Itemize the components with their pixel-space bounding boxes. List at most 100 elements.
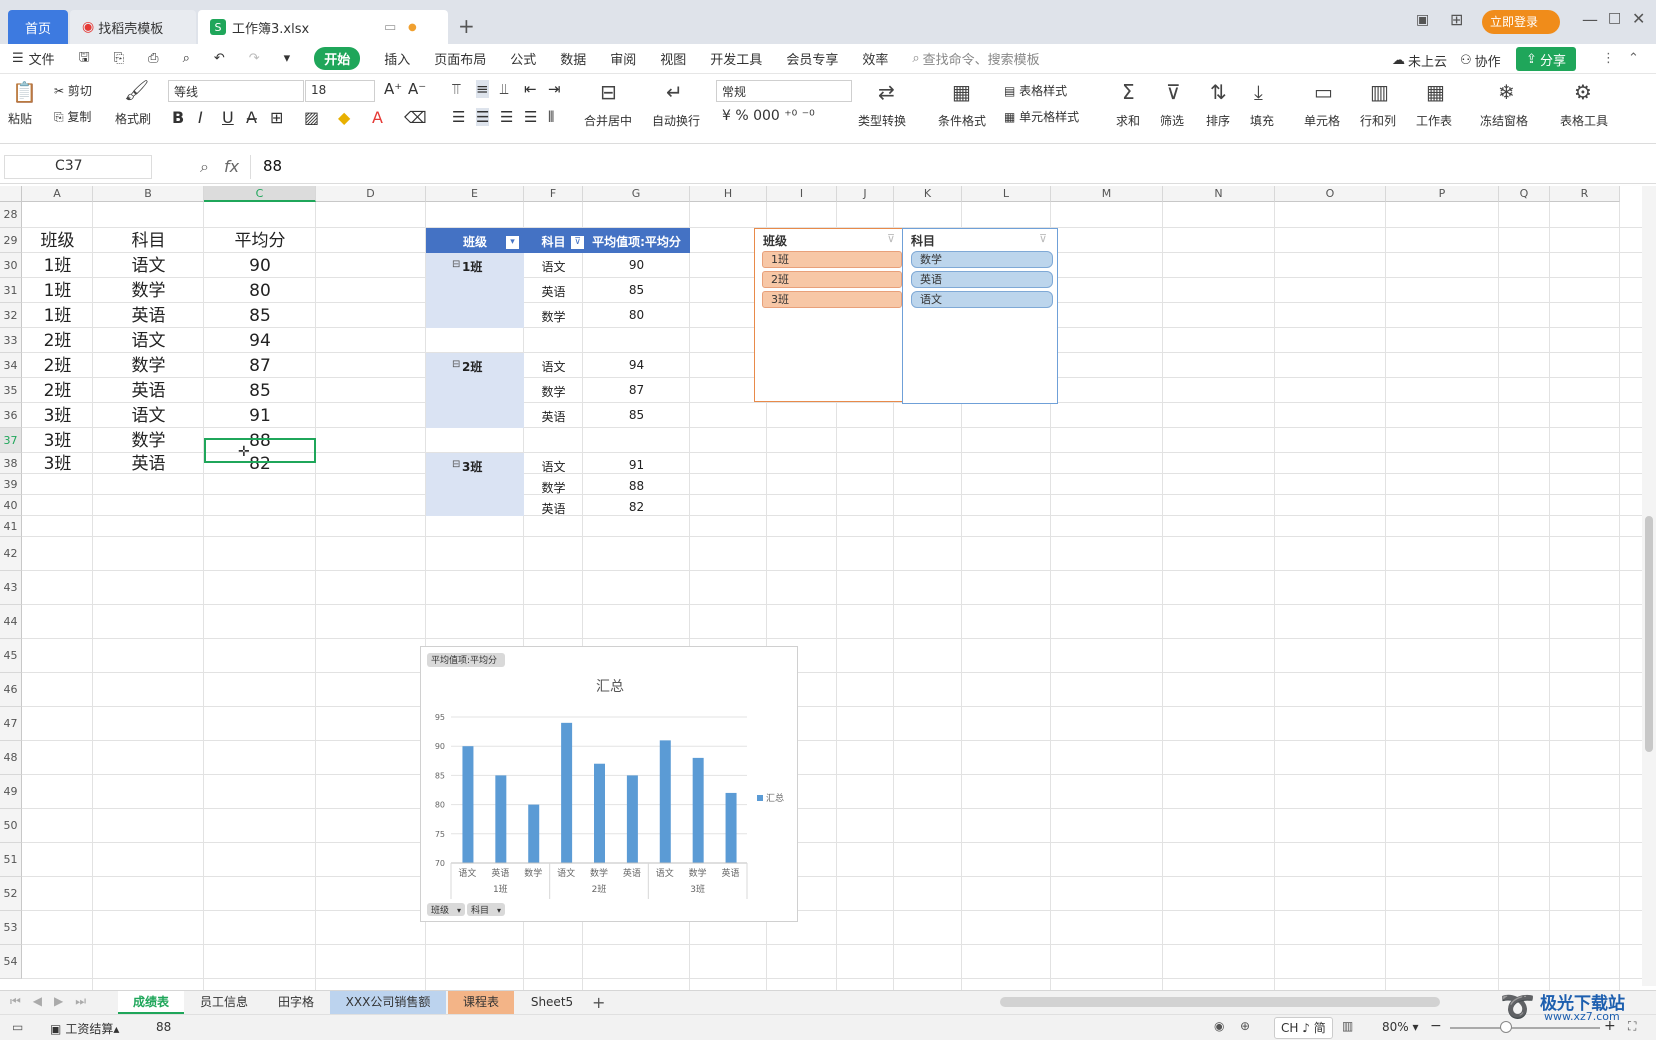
worksheet-button[interactable]: 工作表 (1416, 112, 1452, 129)
table-cell[interactable]: 1班 (22, 280, 93, 305)
sheet-nav-icon[interactable]: ⏮◀▶⏭ (10, 994, 98, 1009)
row-col-icon[interactable]: ▥ (1370, 80, 1389, 104)
spreadsheet-grid[interactable]: ABCDEFGHIJKLMNOPQR 28 29 30 31 32 33 34 35 36 37 3… (0, 186, 1656, 990)
currency-icon[interactable]: ¥ % 000 ⁺⁰ ⁻⁰ (722, 108, 815, 124)
indent-increase-icon[interactable]: ⇥ (548, 80, 561, 98)
table-cell[interactable]: 3班 (22, 455, 93, 476)
border-icon[interactable]: ⊞ (270, 108, 283, 127)
chart-axis-dropdown-icon[interactable]: ▾ (497, 906, 501, 915)
pivot-value[interactable]: 91 (583, 458, 690, 472)
table-cell[interactable]: 90 (204, 255, 316, 280)
pivot-subject[interactable]: 数学 (524, 308, 583, 325)
clear-filter-icon[interactable]: ⊽ (887, 232, 895, 245)
row-header[interactable]: 39 (0, 474, 22, 495)
select-all-corner[interactable] (0, 186, 22, 202)
column-header[interactable]: J (837, 186, 894, 202)
slicer-class-item[interactable]: 1班 (762, 251, 902, 268)
column-header[interactable]: Q (1499, 186, 1550, 202)
row-header[interactable]: 44 (0, 605, 22, 639)
align-top-icon[interactable]: ⫪ (452, 80, 460, 98)
more-chevron-icon[interactable]: ▾ (284, 51, 291, 66)
table-cell[interactable]: 87 (204, 355, 316, 380)
name-box[interactable]: C37 (4, 155, 152, 179)
table-cell[interactable]: 1班 (22, 255, 93, 280)
align-center-icon[interactable]: ☰ (476, 108, 490, 126)
sum-icon[interactable]: Σ (1122, 80, 1135, 104)
row-header[interactable]: 48 (0, 741, 22, 775)
italic-icon[interactable]: I (198, 108, 203, 127)
view-mode-icon[interactable]: ⊕ (1240, 1019, 1250, 1033)
menu-developer[interactable]: 开发工具 (710, 49, 762, 68)
pivot-value[interactable]: 94 (583, 358, 690, 372)
row-header[interactable]: 49 (0, 775, 22, 809)
menu-start[interactable]: 开始 (314, 47, 361, 70)
column-header[interactable]: B (93, 186, 204, 202)
workbook-status[interactable]: ▣ 工资结算 ▴ (50, 1020, 119, 1037)
paste-icon[interactable]: 📋 (12, 80, 37, 104)
field-dropdown-icon[interactable]: ▾ (506, 236, 519, 249)
share-button[interactable]: ⇪ 分享 (1516, 47, 1576, 71)
row-header[interactable]: 29 (0, 228, 22, 253)
pivot-subject[interactable]: 语文 (524, 458, 583, 475)
table-cell[interactable]: 数学 (93, 355, 204, 380)
column-header[interactable]: P (1386, 186, 1499, 202)
pivot-value[interactable]: 88 (583, 479, 690, 493)
row-header[interactable]: 50 (0, 809, 22, 843)
pivot-value[interactable]: 87 (583, 383, 690, 397)
table-cell[interactable]: 2班 (22, 380, 93, 405)
font-shrink-icon[interactable]: A⁻ (408, 80, 426, 98)
row-header[interactable]: 54 (0, 945, 22, 979)
row-header[interactable]: 32 (0, 303, 22, 328)
column-header[interactable]: E (426, 186, 524, 202)
merge-icon[interactable]: ⊟ (600, 80, 617, 104)
zoom-slider[interactable] (1450, 1027, 1600, 1029)
row-header[interactable]: 45 (0, 639, 22, 673)
cloud-button[interactable]: ☁ 未上云 (1392, 51, 1447, 70)
table-tools-button[interactable]: 表格工具 (1560, 112, 1608, 129)
sheet-tab[interactable]: XXX公司销售额 (330, 991, 446, 1014)
column-header[interactable]: O (1275, 186, 1386, 202)
align-middle-icon[interactable]: ≡ (476, 80, 489, 98)
menu-member[interactable]: 会员专享 (786, 49, 838, 68)
slicer-subject[interactable]: 科目 ⊽ 数学 英语 语文 (902, 228, 1058, 404)
row-header[interactable]: 37 (0, 428, 22, 453)
column-header[interactable]: N (1163, 186, 1275, 202)
collapse-icon[interactable]: ⊟ (452, 459, 460, 470)
sum-button[interactable]: 求和 (1116, 112, 1140, 129)
pivot-value[interactable]: 80 (583, 308, 690, 322)
pivot-subject[interactable]: 语文 (524, 258, 583, 275)
add-sheet-icon[interactable]: + (592, 993, 605, 1012)
pivot-subject[interactable]: 英语 (524, 500, 583, 517)
column-header[interactable]: G (583, 186, 690, 202)
clear-filter-icon[interactable]: ⊽ (1039, 232, 1047, 245)
pivot-group-label[interactable]: 3班 (462, 458, 482, 475)
font-grow-icon[interactable]: A⁺ (384, 80, 402, 98)
freeze-icon[interactable]: ❄ (1498, 80, 1515, 104)
table-cell[interactable]: 2班 (22, 330, 93, 355)
align-left-icon[interactable]: ☰ (452, 108, 465, 126)
row-header[interactable]: 36 (0, 403, 22, 428)
align-right-icon[interactable]: ☰ (500, 108, 513, 126)
wrap-button[interactable]: 自动换行 (652, 112, 700, 129)
chart-bar[interactable] (594, 763, 605, 863)
indent-decrease-icon[interactable]: ⇤ (524, 80, 537, 98)
column-header[interactable]: D (316, 186, 426, 202)
row-header[interactable]: 35 (0, 378, 22, 403)
maximize-icon[interactable]: □ (1608, 10, 1621, 26)
cell-style-button[interactable]: ▦ 单元格样式 (1004, 108, 1079, 125)
sort-button[interactable]: 排序 (1206, 112, 1230, 129)
undo-icon[interactable]: ↶ (214, 51, 225, 66)
formula-input[interactable]: 88 (250, 155, 1654, 179)
table-cell[interactable]: 英语 (93, 380, 204, 405)
conditional-format-button[interactable]: 条件格式 (938, 112, 986, 129)
chart-bar[interactable] (528, 804, 540, 863)
column-header[interactable]: A (22, 186, 93, 202)
chart-bar[interactable] (561, 722, 573, 863)
sheet-tab[interactable]: 成绩表 (118, 991, 184, 1014)
row-header[interactable]: 33 (0, 328, 22, 353)
table-cell[interactable]: 1班 (22, 305, 93, 330)
copy-button[interactable]: ⎘ 复制 (54, 108, 91, 125)
table-cell[interactable]: 91 (204, 405, 316, 430)
redo-icon[interactable]: ↷ (249, 51, 260, 66)
sort-icon[interactable]: ⇅ (1210, 80, 1227, 104)
